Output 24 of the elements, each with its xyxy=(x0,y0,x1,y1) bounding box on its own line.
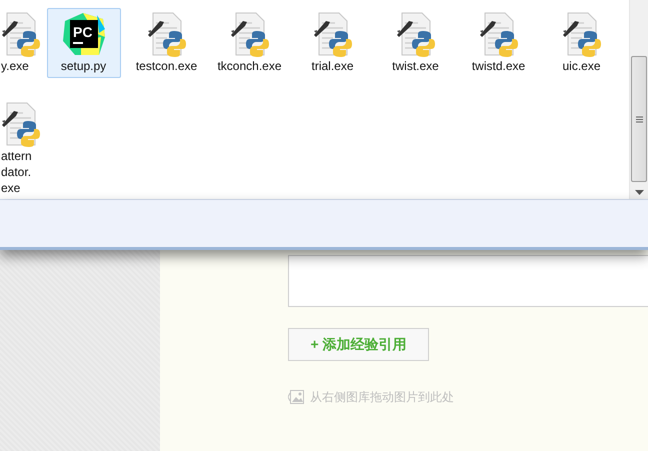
file-item[interactable]: twistd.exe xyxy=(462,8,536,78)
grip-icon xyxy=(636,116,642,122)
python-file-icon xyxy=(396,11,436,57)
file-item[interactable]: trial.exe xyxy=(296,8,370,78)
python-file-icon xyxy=(146,11,186,57)
python-file-icon xyxy=(1,101,41,147)
file-item[interactable]: uic.exe xyxy=(544,8,618,78)
logo-text: PC xyxy=(72,24,92,40)
python-file-icon xyxy=(562,11,602,57)
python-file-icon xyxy=(1,11,41,57)
python-file-icon xyxy=(230,11,270,57)
file-item[interactable]: testcon.exe xyxy=(130,8,204,78)
file-item[interactable]: tkconch.exe xyxy=(212,8,286,78)
text-area[interactable] xyxy=(288,255,648,307)
scrollbar[interactable] xyxy=(629,0,648,199)
scroll-down-icon[interactable] xyxy=(634,190,644,195)
python-file-icon xyxy=(312,11,352,57)
python-file-icon xyxy=(478,11,518,57)
file-item[interactable]: PC setup.py xyxy=(46,8,120,78)
file-item[interactable]: attern dator. exe xyxy=(0,98,40,199)
image-drop-hint: 从右侧图库拖动图片到此处 xyxy=(310,389,454,406)
file-item[interactable]: twist.exe xyxy=(378,8,452,78)
image-icon xyxy=(288,390,304,404)
file-item[interactable]: y.exe xyxy=(0,8,40,77)
